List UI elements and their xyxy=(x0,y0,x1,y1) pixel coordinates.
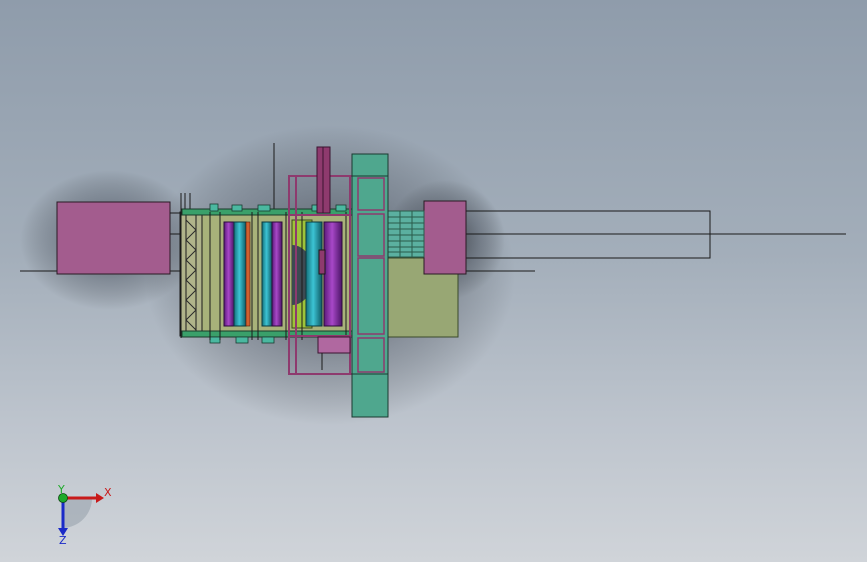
bottom-bracket[interactable] xyxy=(317,336,351,354)
cad-graphics-area[interactable]: X Y Z xyxy=(0,0,867,562)
y-axis-label: Y xyxy=(57,484,65,496)
cyan-roller-1[interactable] xyxy=(233,221,247,327)
machine-assembly-model[interactable] xyxy=(0,0,867,562)
triad-shade xyxy=(63,498,92,528)
center-slider[interactable] xyxy=(318,249,326,275)
purple-roller-2[interactable] xyxy=(271,221,283,327)
x-axis-arrow-icon xyxy=(96,493,104,503)
purple-roller-1[interactable] xyxy=(223,221,235,327)
z-axis-label: Z xyxy=(59,534,67,546)
coordinate-triad[interactable]: X Y Z xyxy=(48,483,118,547)
teal-grille[interactable] xyxy=(387,210,425,258)
cyan-roller-2[interactable] xyxy=(261,221,273,327)
teal-column[interactable] xyxy=(351,153,389,418)
purple-roller-3[interactable] xyxy=(323,221,343,327)
x-axis-label: X xyxy=(104,486,112,499)
right-magenta-block[interactable] xyxy=(423,200,467,275)
orange-strip xyxy=(245,221,251,327)
left-magenta-block[interactable] xyxy=(56,201,171,275)
